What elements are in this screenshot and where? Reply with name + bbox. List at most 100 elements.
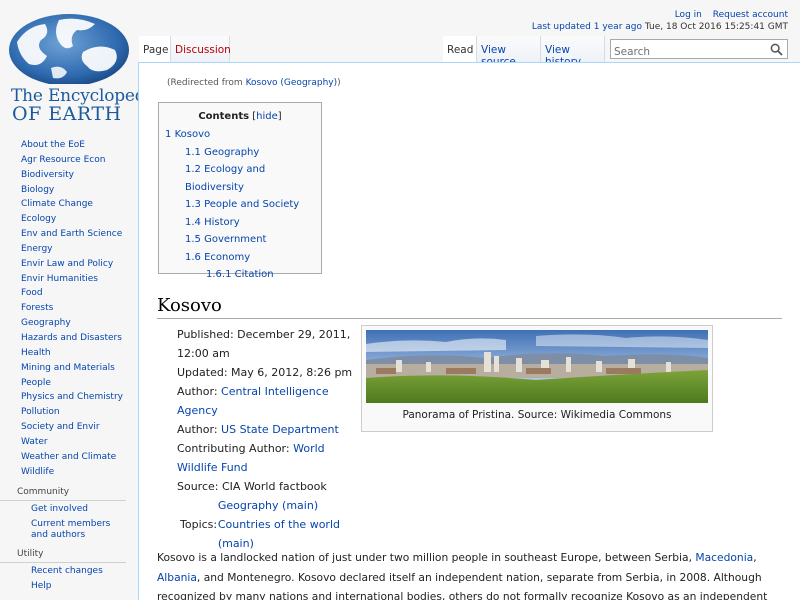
last-updated-timestamp: Tue, 18 Oct 2016 15:25:41 GMT (644, 22, 788, 32)
toc-item-number: 1 (165, 129, 172, 140)
sidebar-item[interactable]: Energy (0, 242, 138, 257)
toc-item[interactable]: 1.5 Government (159, 231, 321, 249)
sidebar-item[interactable]: Health (0, 346, 138, 361)
sidebar-utility-heading: Utility (0, 549, 126, 564)
sidebar-item-get-involved[interactable]: Get involved (0, 504, 138, 515)
paragraph-text: Kosovo is a landlocked nation of just un… (157, 551, 696, 564)
globe-logo-icon (9, 14, 129, 84)
sidebar-item[interactable]: Envir Humanities (0, 272, 138, 287)
search-input[interactable] (611, 43, 761, 61)
toc-item-text: Kosovo (174, 129, 211, 140)
toc-item-number: 1.6 (185, 251, 201, 263)
sidebar-item[interactable]: Biodiversity (0, 168, 138, 183)
sidebar-community-heading: Community (0, 487, 126, 502)
logo-text-line2: OF EARTH (12, 103, 122, 125)
site-logo[interactable]: The Encyclopedia OF EARTH (5, 12, 161, 125)
sidebar-utility: Utility Recent changes Help (0, 549, 138, 592)
tab-view-source[interactable]: View source (477, 36, 541, 68)
last-updated-ago[interactable]: 1 year ago (594, 22, 642, 32)
sidebar-item[interactable]: Mining and Materials (0, 361, 138, 376)
sidebar-item-current-members[interactable]: Current members and authors (0, 519, 138, 541)
albania-link[interactable]: Albania (157, 571, 197, 584)
toc-item-text: Economy (204, 251, 251, 263)
updated-value: May 6, 2012, 8:26 pm (231, 366, 353, 379)
author-label: Author: (177, 423, 218, 436)
login-link[interactable]: Log in (675, 10, 702, 20)
page-title: Kosovo (157, 295, 782, 319)
sidebar-item-recent-changes[interactable]: Recent changes (0, 566, 138, 577)
sidebar-item[interactable]: Envir Law and Policy (0, 257, 138, 272)
sidebar-item[interactable]: Ecology (0, 212, 138, 227)
sidebar-item[interactable]: Food (0, 286, 138, 301)
toc-title: Contents [hide] (159, 111, 321, 122)
search-icon[interactable] (770, 43, 783, 56)
sidebar-item[interactable]: Agr Resource Econ (0, 153, 138, 168)
toc-item-number: 1.1 (185, 146, 201, 158)
toc-item[interactable]: 1.3 People and Society (159, 196, 321, 214)
personal-tools: Log in Request account Last updated 1 ye… (532, 9, 788, 33)
topics-label: Topics: (180, 518, 218, 531)
sidebar-item[interactable]: Physics and Chemistry (0, 390, 138, 405)
sidebar-item[interactable]: Geography (0, 316, 138, 331)
topics-list: Geography (main) Countries of the world … (218, 496, 367, 553)
sidebar-item[interactable]: Weather and Climate (0, 450, 138, 465)
tab-discussion[interactable]: Discussion (171, 36, 231, 62)
sidebar: About the EoE Agr Resource Econ Biodiver… (0, 138, 138, 596)
sidebar-item[interactable]: Hazards and Disasters (0, 331, 138, 346)
article-paragraph: Kosovo is a landlocked nation of just un… (157, 548, 787, 600)
topics-row: Topics: Geography (main) Countries of th… (177, 496, 367, 553)
sidebar-item[interactable]: About the EoE (0, 138, 138, 153)
toc-item[interactable]: 1.6 Economy (159, 249, 321, 267)
toc-item[interactable]: 1.2 Ecology and Biodiversity (159, 161, 321, 196)
sidebar-item[interactable]: Society and Envir (0, 420, 138, 435)
toc-item[interactable]: 1.4 History (159, 214, 321, 232)
updated-row: Updated: May 6, 2012, 8:26 pm (177, 363, 367, 382)
toc-item-number: 1.2 (185, 164, 201, 175)
source-label: Source: (177, 480, 219, 493)
sidebar-item[interactable]: Env and Earth Science (0, 227, 138, 242)
request-account-link[interactable]: Request account (713, 10, 788, 20)
tab-page[interactable]: Page (139, 36, 171, 62)
paragraph-text: , (753, 551, 757, 564)
redirect-note: (Redirected from Kosovo (Geography)) (167, 78, 341, 88)
author-row: Author: Central Intelligence Agency (177, 382, 367, 420)
tab-read[interactable]: Read (443, 36, 477, 62)
toc-item-number: 1.5 (185, 234, 201, 245)
toc-item-text: Government (204, 234, 267, 245)
author-link-state-dept[interactable]: US State Department (221, 423, 339, 436)
sidebar-item[interactable]: People (0, 376, 138, 391)
redirect-suffix: ) (337, 78, 341, 88)
toc-item-number: 1.4 (185, 216, 201, 228)
redirect-prefix: (Redirected from (167, 78, 243, 88)
published-label: Published: (177, 328, 234, 341)
paragraph-text: , and Montenegro. Kosovo declared itself… (157, 570, 768, 600)
toc-hide-link[interactable]: hide (256, 111, 278, 122)
sidebar-item[interactable]: Pollution (0, 405, 138, 420)
last-updated-label[interactable]: Last updated (532, 22, 591, 32)
redirect-link[interactable]: Kosovo (Geography) (246, 78, 338, 88)
topic-link-geography[interactable]: Geography (main) (218, 496, 367, 515)
toc-item[interactable]: 1.1 Geography (159, 144, 321, 162)
toc-item[interactable]: 1 Kosovo (159, 126, 321, 144)
toc-item-text: Citation (234, 269, 274, 280)
table-of-contents: Contents [hide] 1 Kosovo 1.1 Geography 1.2… (158, 102, 322, 280)
updated-label: Updated: (177, 366, 228, 379)
sidebar-item[interactable]: Wildlife (0, 465, 138, 480)
image-caption: Panorama of Pristina. Source: Wikimedia … (402, 409, 672, 421)
sidebar-item[interactable]: Water (0, 435, 138, 450)
macedonia-link[interactable]: Macedonia (695, 551, 753, 564)
sidebar-item[interactable]: Biology (0, 183, 138, 198)
pristina-panorama-image[interactable] (366, 330, 708, 403)
toc-hide-bracket: [hide] (252, 111, 282, 122)
toc-item-text: History (204, 216, 240, 228)
toc-item[interactable]: 1.6.1 Citation (159, 266, 321, 284)
toc-item-text: People and Society (204, 199, 300, 210)
published-row: Published: December 29, 2011, 12:00 am (177, 325, 367, 363)
sidebar-item[interactable]: Climate Change (0, 197, 138, 212)
author-row: Author: US State Department (177, 420, 367, 439)
article-metadata: Published: December 29, 2011, 12:00 am U… (177, 325, 367, 553)
sidebar-community: Community Get involved Current members a… (0, 487, 138, 541)
sidebar-item-help[interactable]: Help (0, 581, 138, 592)
tab-view-history[interactable]: View history (541, 36, 605, 68)
sidebar-item[interactable]: Forests (0, 301, 138, 316)
